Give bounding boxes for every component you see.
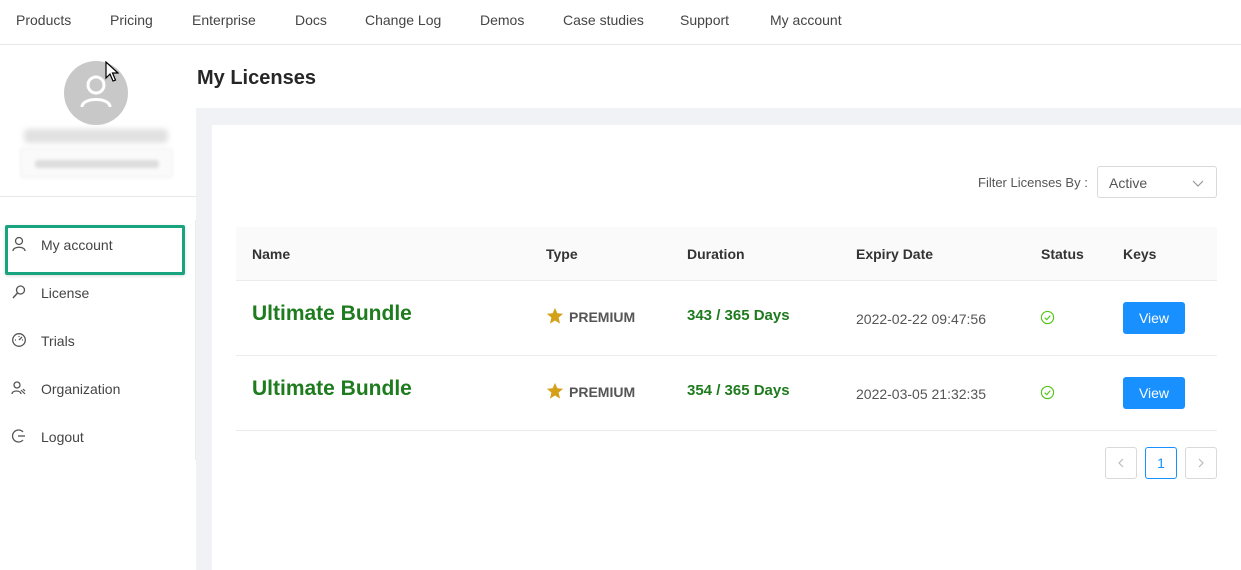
- redacted-email: [24, 129, 168, 143]
- chevron-right-icon: [1198, 458, 1204, 468]
- table-header: Name Type Duration Expiry Date Status Ke…: [236, 227, 1217, 281]
- license-name: Ultimate Bundle: [252, 302, 412, 325]
- mouse-cursor-icon: [105, 61, 119, 82]
- sidebar-item-trials[interactable]: Trials: [0, 321, 196, 361]
- column-header-expiry-date[interactable]: Expiry Date: [856, 246, 933, 262]
- view-keys-button[interactable]: View: [1123, 377, 1185, 409]
- filter-select[interactable]: Active: [1097, 166, 1217, 198]
- nav-change-log[interactable]: Change Log: [365, 12, 441, 28]
- nav-enterprise[interactable]: Enterprise: [192, 12, 256, 28]
- license-type: PREMIUM: [546, 307, 635, 325]
- nav-products[interactable]: Products: [16, 12, 71, 28]
- logout-icon: [11, 429, 25, 443]
- nav-my-account[interactable]: My account: [770, 12, 842, 28]
- view-keys-button[interactable]: View: [1123, 302, 1185, 334]
- column-header-keys[interactable]: Keys: [1123, 246, 1156, 262]
- sidebar-item-label: License: [41, 285, 90, 301]
- table-row: Ultimate Bundle PREMIUM 354 / 365 Days 2…: [236, 356, 1217, 431]
- sidebar-item-label: Organization: [41, 381, 121, 397]
- sidebar-item-label: Trials: [41, 333, 75, 349]
- license-duration: 354 / 365 Days: [687, 382, 790, 399]
- sidebar: My account License Trials Organization L…: [0, 45, 196, 570]
- nav-pricing[interactable]: Pricing: [110, 12, 153, 28]
- sidebar-item-license[interactable]: License: [0, 273, 196, 313]
- column-header-duration[interactable]: Duration: [687, 246, 745, 262]
- check-circle-icon: [1040, 310, 1055, 325]
- license-type: PREMIUM: [546, 382, 635, 400]
- pagination-next[interactable]: [1185, 447, 1217, 479]
- license-expiry: 2022-02-22 09:47:56: [856, 311, 986, 327]
- dashboard-icon: [12, 333, 26, 347]
- license-type-label: PREMIUM: [569, 384, 636, 400]
- chevron-down-icon: [1192, 180, 1204, 187]
- filter-value: Active: [1109, 175, 1148, 191]
- nav-demos[interactable]: Demos: [480, 12, 524, 28]
- nav-support[interactable]: Support: [680, 12, 729, 28]
- column-header-name[interactable]: Name: [252, 246, 290, 262]
- license-name: Ultimate Bundle: [252, 377, 412, 400]
- chevron-left-icon: [1118, 458, 1124, 468]
- table-row: Ultimate Bundle PREMIUM 343 / 365 Days 2…: [236, 281, 1217, 356]
- nav-docs[interactable]: Docs: [295, 12, 327, 28]
- top-navigation: Products Pricing Enterprise Docs Change …: [0, 0, 1241, 45]
- filter-label: Filter Licenses By :: [978, 175, 1088, 190]
- key-icon: [12, 285, 26, 299]
- page-title: My Licenses: [197, 67, 316, 89]
- license-highlight-box: [5, 225, 185, 275]
- pagination-prev[interactable]: [1105, 447, 1137, 479]
- license-expiry: 2022-03-05 21:32:35: [856, 386, 986, 402]
- license-type-label: PREMIUM: [569, 309, 636, 325]
- pagination-page[interactable]: 1: [1145, 447, 1177, 479]
- sidebar-item-logout[interactable]: Logout: [0, 417, 196, 457]
- star-icon: [546, 382, 564, 399]
- sidebar-divider: [0, 196, 196, 197]
- license-duration: 343 / 365 Days: [687, 307, 790, 324]
- sidebar-item-organization[interactable]: Organization: [0, 369, 196, 409]
- team-icon: [11, 381, 26, 395]
- column-header-status[interactable]: Status: [1041, 246, 1084, 262]
- star-icon: [546, 307, 564, 324]
- sidebar-item-label: Logout: [41, 429, 84, 445]
- column-header-type[interactable]: Type: [546, 246, 578, 262]
- nav-case-studies[interactable]: Case studies: [563, 12, 644, 28]
- redacted-button[interactable]: [20, 148, 173, 178]
- check-circle-icon: [1040, 385, 1055, 400]
